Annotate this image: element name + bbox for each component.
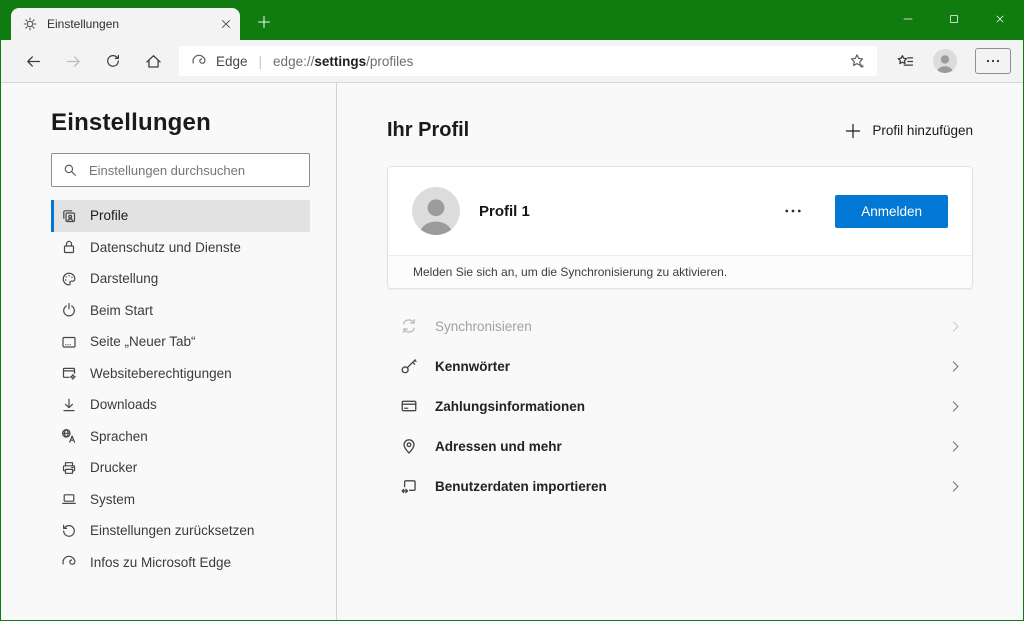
credit-card-icon bbox=[400, 397, 418, 415]
printer-icon bbox=[61, 460, 77, 476]
laptop-icon bbox=[61, 491, 77, 507]
minimize-button[interactable] bbox=[885, 1, 931, 37]
settings-sidebar: Einstellungen Profile Datenschutz und Di… bbox=[1, 83, 337, 620]
sidebar-item-beim-start[interactable]: Beim Start bbox=[51, 295, 310, 327]
profile-card-body: Profil 1 Anmelden bbox=[388, 167, 972, 255]
sidebar-item-datenschutz-und-dienste[interactable]: Datenschutz und Dienste bbox=[51, 232, 310, 264]
add-favorite-star-icon[interactable] bbox=[849, 53, 865, 69]
plus-icon bbox=[845, 123, 861, 139]
settings-more-button[interactable] bbox=[975, 48, 1011, 74]
list-item-zahlungsinformationen[interactable]: Zahlungsinformationen bbox=[387, 386, 973, 426]
search-input[interactable] bbox=[87, 161, 298, 179]
profile-name: Profil 1 bbox=[479, 202, 530, 220]
sync-hint-text: Melden Sie sich an, um die Synchronisier… bbox=[388, 255, 972, 288]
close-icon bbox=[995, 14, 1005, 24]
close-button[interactable] bbox=[977, 1, 1023, 37]
ellipsis-icon bbox=[985, 53, 1001, 69]
back-arrow-icon bbox=[25, 53, 42, 70]
sidebar-item-sprachen[interactable]: Sprachen bbox=[51, 421, 310, 453]
tab-close-icon[interactable] bbox=[220, 18, 232, 30]
gear-icon bbox=[23, 17, 37, 31]
search-icon bbox=[63, 163, 77, 177]
sidebar-item-drucker[interactable]: Drucker bbox=[51, 452, 310, 484]
add-profile-button[interactable]: Profil hinzufügen bbox=[845, 123, 973, 139]
list-item-adressen-und-mehr[interactable]: Adressen und mehr bbox=[387, 426, 973, 466]
sidebar-item-einstellungen-zur-cksetzen[interactable]: Einstellungen zurücksetzen bbox=[51, 515, 310, 547]
plus-icon bbox=[257, 15, 271, 29]
navigation-toolbar: Edge | edge://settings/profiles bbox=[1, 40, 1023, 83]
refresh-button[interactable] bbox=[93, 44, 133, 78]
import-data-icon bbox=[400, 477, 418, 495]
maximize-icon bbox=[949, 14, 959, 24]
address-bar[interactable]: Edge | edge://settings/profiles bbox=[179, 46, 877, 76]
profile-more-icon[interactable] bbox=[783, 201, 803, 221]
profile-options-list: Synchronisieren Kennwörter Zahlungsinfor… bbox=[387, 306, 973, 506]
back-button[interactable] bbox=[13, 44, 53, 78]
sidebar-title: Einstellungen bbox=[51, 109, 211, 136]
forward-arrow-icon bbox=[65, 53, 82, 70]
sidebar-item-darstellung[interactable]: Darstellung bbox=[51, 263, 310, 295]
sidebar-item-seite-neuer-tab[interactable]: Seite „Neuer Tab“ bbox=[51, 326, 310, 358]
reset-icon bbox=[61, 523, 77, 539]
page-body: Einstellungen Profile Datenschutz und Di… bbox=[1, 83, 1023, 620]
sync-icon bbox=[400, 317, 418, 335]
profile-card-icon bbox=[61, 208, 77, 224]
favorites-button[interactable] bbox=[885, 44, 925, 78]
palette-icon bbox=[61, 271, 77, 287]
maximize-button[interactable] bbox=[931, 1, 977, 37]
sidebar-item-infos-zu-microsoft-edge[interactable]: Infos zu Microsoft Edge bbox=[51, 547, 310, 579]
profile-card: Profil 1 Anmelden Melden Sie sich an, um… bbox=[387, 166, 973, 289]
page-title: Ihr Profil bbox=[387, 119, 470, 141]
sidebar-item-system[interactable]: System bbox=[51, 484, 310, 516]
profile-settings-main: Ihr Profil Profil hinzufügen Profil 1 An… bbox=[337, 83, 1023, 620]
chevron-right-icon bbox=[948, 319, 963, 334]
favorites-star-list-icon bbox=[897, 53, 914, 70]
sidebar-item-profile[interactable]: Profile bbox=[51, 200, 310, 232]
new-tab-button[interactable] bbox=[250, 8, 278, 36]
url-text: edge://settings/profiles bbox=[273, 53, 414, 69]
home-button[interactable] bbox=[133, 44, 173, 78]
minimize-icon bbox=[903, 14, 913, 24]
sidebar-item-downloads[interactable]: Downloads bbox=[51, 389, 310, 421]
address-separator: | bbox=[258, 53, 263, 69]
add-profile-label: Profil hinzufügen bbox=[872, 123, 973, 138]
refresh-icon bbox=[105, 53, 121, 69]
main-header: Ihr Profil Profil hinzufügen bbox=[387, 119, 973, 142]
key-icon bbox=[400, 357, 418, 375]
chevron-right-icon bbox=[948, 479, 963, 494]
sign-in-button[interactable]: Anmelden bbox=[835, 194, 948, 228]
tab-einstellungen[interactable]: Einstellungen bbox=[11, 8, 240, 40]
list-item-benutzerdaten-importieren[interactable]: Benutzerdaten importieren bbox=[387, 466, 973, 506]
list-item-kennw-rter[interactable]: Kennwörter bbox=[387, 346, 973, 386]
new-tab-page-icon bbox=[61, 334, 77, 350]
languages-icon bbox=[61, 428, 77, 444]
chevron-right-icon bbox=[948, 399, 963, 414]
tab-bar: Einstellungen bbox=[1, 1, 1023, 40]
sidebar-nav: Profile Datenschutz und Dienste Darstell… bbox=[51, 200, 310, 578]
home-icon bbox=[145, 53, 162, 70]
profile-avatar bbox=[412, 187, 460, 235]
list-item-synchronisieren[interactable]: Synchronisieren bbox=[387, 306, 973, 346]
window-controls bbox=[885, 1, 1023, 37]
location-pin-icon bbox=[400, 437, 418, 455]
profile-toolbar-button[interactable] bbox=[925, 44, 965, 78]
chevron-right-icon bbox=[948, 359, 963, 374]
site-name: Edge bbox=[216, 53, 248, 69]
power-icon bbox=[61, 302, 77, 318]
chevron-right-icon bbox=[948, 439, 963, 454]
edge-logo-icon bbox=[61, 554, 77, 570]
sidebar-item-websiteberechtigungen[interactable]: Websiteberechtigungen bbox=[51, 358, 310, 390]
browser-window: Einstellungen Edge | edge://settings/pro… bbox=[0, 0, 1024, 621]
lock-icon bbox=[61, 239, 77, 255]
tab-title: Einstellungen bbox=[47, 17, 120, 31]
download-icon bbox=[61, 397, 77, 413]
avatar-icon bbox=[933, 49, 957, 73]
forward-button[interactable] bbox=[53, 44, 93, 78]
site-permissions-icon bbox=[61, 365, 77, 381]
settings-search-box[interactable] bbox=[51, 153, 310, 187]
edge-swirl-icon bbox=[191, 53, 207, 69]
